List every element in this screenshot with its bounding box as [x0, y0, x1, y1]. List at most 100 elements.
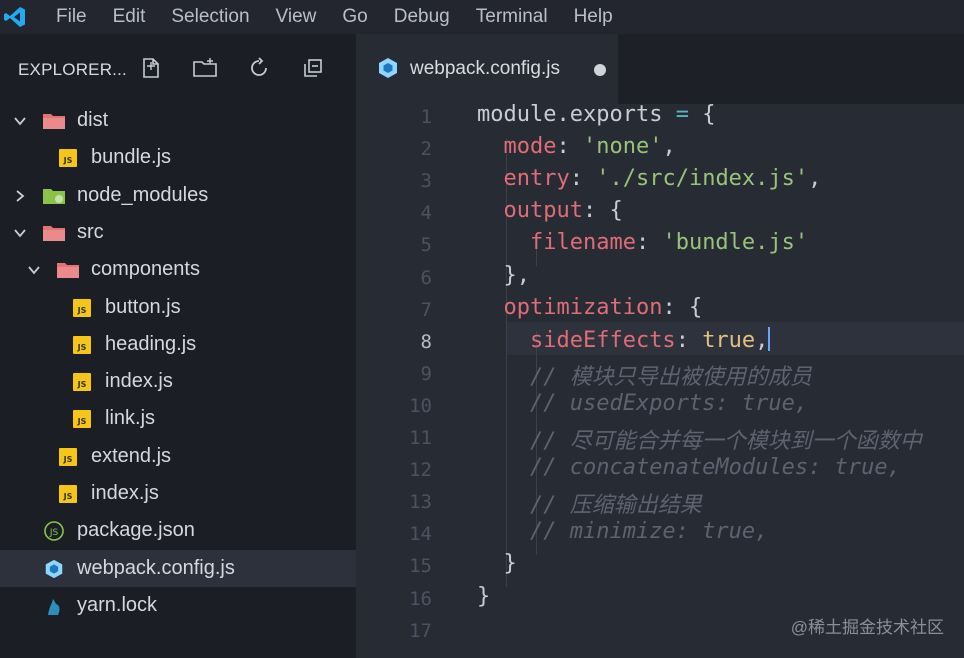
tree-item[interactable]: yarn.lock	[0, 587, 356, 624]
svg-text:JS: JS	[77, 306, 87, 315]
webpack-icon	[376, 56, 400, 85]
tree-item[interactable]: JS extend.js	[0, 438, 356, 475]
code-line: filename: 'bundle.js'	[477, 230, 808, 255]
line-number: 12	[409, 459, 432, 482]
menu-help[interactable]: Help	[574, 0, 613, 34]
code-token: // concatenateModules: true,	[529, 455, 901, 481]
menu-file[interactable]: File	[56, 0, 87, 34]
tree-item[interactable]: dist	[0, 102, 356, 139]
tree-item[interactable]: JS link.js	[0, 400, 356, 437]
code-token: ,	[662, 134, 676, 160]
tab-label: webpack.config.js	[410, 58, 560, 79]
code-line: }	[477, 584, 490, 609]
code-token: // 压缩输出结果	[529, 493, 702, 519]
code-token: 'bundle.js'	[662, 230, 809, 256]
svg-text:JS: JS	[63, 492, 73, 501]
menu-view[interactable]: View	[276, 0, 317, 34]
line-number: 17	[409, 619, 432, 642]
svg-text:JS: JS	[63, 455, 73, 464]
tree-item-label: src	[77, 220, 104, 243]
tree-item-label: package.json	[77, 519, 195, 542]
tree-item[interactable]: node_modules	[0, 177, 356, 214]
code-token: true	[702, 327, 756, 353]
folder-open-icon	[42, 221, 66, 245]
text-cursor	[768, 326, 771, 351]
tree-item[interactable]: webpack.config.js	[0, 549, 356, 587]
explorer-sidebar: EXPLORER... dist JS bundle.js node_moduless…	[0, 34, 356, 658]
tree-item-label: yarn.lock	[77, 593, 158, 616]
code-token: :	[675, 327, 703, 353]
tree-item[interactable]: JS index.js	[0, 363, 356, 400]
tree-item-label: link.js	[105, 407, 156, 430]
tree-item[interactable]: JS package.json	[0, 512, 356, 549]
code-token: entry	[503, 166, 570, 192]
chevron-down-icon[interactable]	[10, 223, 30, 243]
collapse-all-icon[interactable]	[299, 54, 327, 82]
folder-closed-icon	[42, 184, 66, 208]
line-number: 10	[409, 394, 432, 417]
code-token: .	[556, 104, 570, 127]
code-editor[interactable]: 1 2 3 4 5 6 7 8 9 10 11 12 13 14 15 16 17 module.exports…	[356, 104, 964, 658]
code-line: // usedExports: true,	[477, 391, 808, 416]
line-number: 2	[420, 138, 432, 161]
tree-item-label: index.js	[91, 482, 159, 504]
code-line: // concatenateModules: true,	[477, 455, 901, 480]
code-token: 'none'	[582, 134, 663, 160]
code-token: {	[702, 104, 716, 127]
menu-go[interactable]: Go	[342, 0, 367, 34]
code-token: },	[477, 262, 530, 288]
tree-item[interactable]: JS button.js	[0, 289, 356, 326]
tree-item[interactable]: JS heading.js	[0, 326, 356, 363]
code-line: output: {	[477, 198, 623, 223]
unsaved-dot-icon[interactable]	[594, 64, 606, 76]
tree-item[interactable]: JS bundle.js	[0, 139, 356, 176]
menu-debug[interactable]: Debug	[394, 0, 450, 34]
code-token: ,	[755, 327, 769, 353]
new-folder-icon[interactable]	[191, 54, 219, 82]
tree-item[interactable]: components	[0, 251, 356, 288]
editor-tab-bar: webpack.config.js	[356, 34, 964, 104]
svg-text:JS: JS	[63, 156, 73, 165]
tree-item[interactable]: JS index.js	[0, 475, 356, 512]
chevron-down-icon[interactable]	[24, 260, 44, 280]
line-number: 14	[409, 523, 432, 546]
menu-terminal[interactable]: Terminal	[476, 0, 548, 34]
line-number: 11	[409, 427, 432, 449]
line-number: 3	[420, 170, 432, 193]
code-line: sideEffects: true,	[477, 326, 771, 353]
folder-open-icon	[42, 109, 66, 133]
code-token: :	[635, 230, 663, 256]
refresh-icon[interactable]	[245, 54, 273, 82]
tab-webpack-config[interactable]: webpack.config.js	[356, 34, 618, 104]
code-line: module.exports = {	[477, 104, 715, 127]
chevron-down-icon[interactable]	[10, 111, 30, 131]
tree-item-label: dist	[77, 109, 109, 131]
new-file-icon[interactable]	[137, 54, 165, 82]
code-token: }	[477, 583, 491, 609]
webpack-icon	[42, 557, 66, 581]
code-line: }	[477, 551, 516, 576]
line-number: 9	[420, 362, 432, 385]
code-token: :	[556, 134, 583, 160]
chevron-right-icon[interactable]	[10, 186, 30, 206]
svg-text:JS: JS	[77, 380, 87, 389]
line-number: 6	[420, 266, 432, 289]
js-file-icon: JS	[70, 296, 94, 320]
menu-edit[interactable]: Edit	[113, 0, 146, 34]
line-number: 5	[420, 234, 432, 257]
menu-selection[interactable]: Selection	[171, 0, 249, 34]
menu-bar: File Edit Selection View Go Debug Termin…	[0, 0, 964, 34]
code-token: // usedExports: true,	[529, 390, 809, 416]
explorer-header: EXPLORER...	[0, 34, 356, 104]
tree-item[interactable]: src	[0, 214, 356, 251]
js-file-icon: JS	[56, 445, 80, 469]
code-line: entry: './src/index.js',	[477, 166, 822, 192]
tree-item-label: heading.js	[105, 332, 197, 355]
code-token: sideEffects	[529, 327, 676, 353]
code-line: // 尽可能合并每一个模块到一个函数中	[477, 423, 922, 455]
